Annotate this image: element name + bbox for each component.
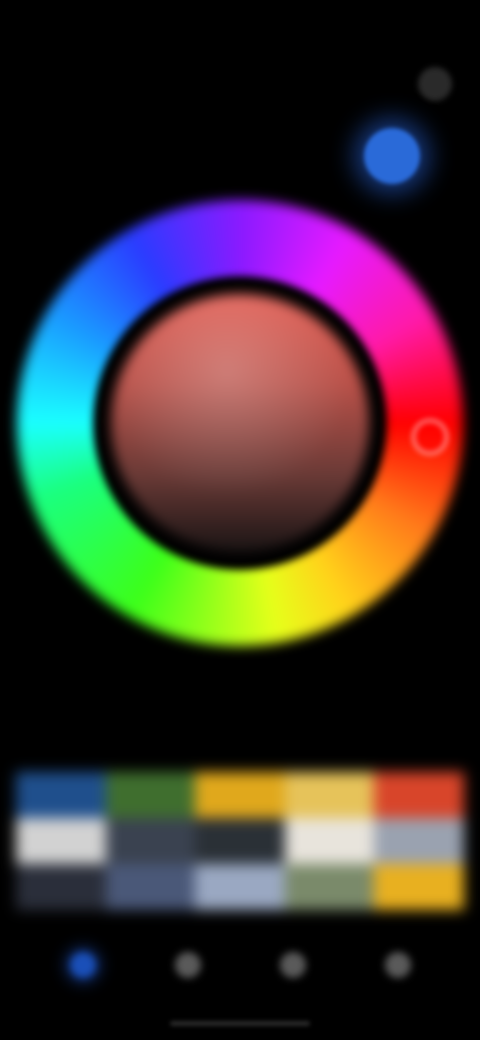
screen [0,0,480,1040]
color-swatch[interactable] [374,772,464,818]
bottom-nav [0,930,480,1000]
color-swatch[interactable] [16,864,106,910]
saturation-brightness-disc[interactable] [111,294,369,552]
color-swatch[interactable] [195,772,285,818]
nav-item-color[interactable] [59,941,107,989]
color-swatch[interactable] [105,772,196,818]
home-indicator[interactable] [170,1021,310,1026]
color-swatch[interactable] [284,772,375,818]
nav-item-2[interactable] [164,941,212,989]
color-dot-icon [69,952,96,978]
current-color-swatch[interactable] [364,128,420,184]
color-wheel[interactable] [17,200,463,646]
color-swatch[interactable] [16,818,106,864]
color-swatch[interactable] [195,818,285,864]
color-swatch[interactable] [105,818,196,864]
circle-icon [279,952,306,978]
nav-item-3[interactable] [269,941,317,989]
header [16,62,464,106]
swatch-grid [16,772,464,910]
circle-icon [174,952,201,978]
color-swatch[interactable] [284,818,375,864]
color-swatch[interactable] [374,818,464,864]
nav-item-4[interactable] [374,941,422,989]
status-bar [30,14,450,42]
circle-icon [384,952,411,978]
color-swatch[interactable] [284,864,375,910]
more-options-icon[interactable] [418,67,452,101]
color-swatch[interactable] [195,864,285,910]
color-swatch[interactable] [105,864,196,910]
hue-handle[interactable] [412,419,448,455]
color-swatch[interactable] [374,864,464,910]
color-swatch[interactable] [16,772,106,818]
